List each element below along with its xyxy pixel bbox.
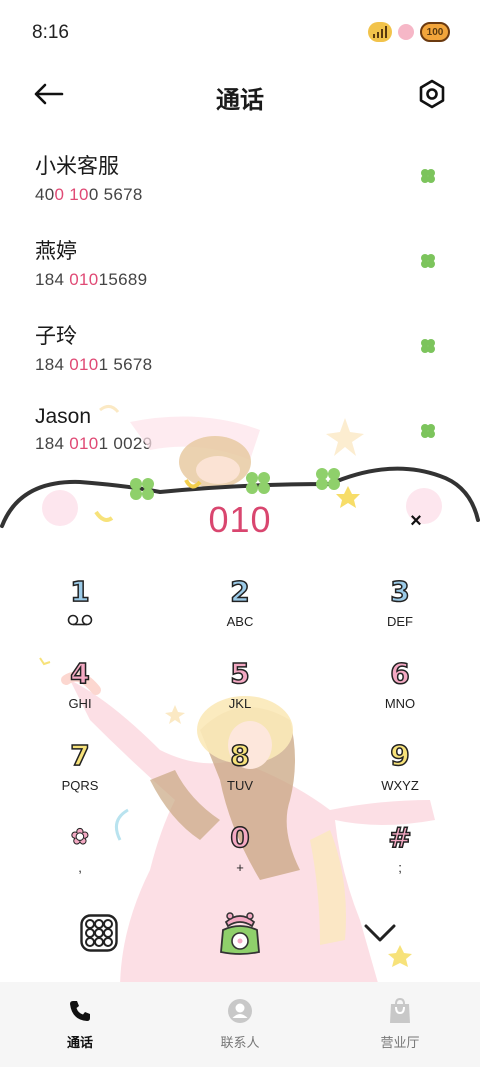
clover-icon: [421, 339, 435, 353]
status-icons: 100: [368, 22, 450, 42]
contact-item[interactable]: 子玲 184 0101 5678: [0, 310, 480, 395]
dial-display: 010 ×: [0, 495, 480, 550]
contact-name: 燕婷: [35, 240, 77, 263]
key-0[interactable]: 0 +: [160, 818, 320, 900]
person-icon: [227, 998, 253, 1024]
clover-icon: [421, 254, 435, 268]
key-digit: #: [388, 820, 413, 855]
contact-name: 子玲: [35, 325, 77, 348]
status-time: 8:16: [32, 22, 69, 43]
key-letters: MNO: [384, 696, 416, 711]
key-digit: 8: [229, 738, 250, 773]
contact-item[interactable]: 燕婷 184 01015689: [0, 225, 480, 310]
key-7[interactable]: 7 PQRS: [0, 736, 160, 818]
battery-icon: 100: [420, 22, 450, 42]
nav-item-calls[interactable]: 通话: [0, 982, 160, 1067]
key-letters: PQRS: [61, 778, 99, 793]
key-star[interactable]: ✿ ,: [0, 818, 160, 900]
key-digit: 7: [69, 738, 90, 773]
key-letters: ;: [398, 860, 402, 875]
keypad-row: 7 PQRS 8 TUV 9 WXYZ: [0, 736, 480, 818]
clover-icon: [421, 169, 435, 183]
contact-number: 184 0101 0029: [35, 434, 153, 453]
grid-menu-icon[interactable]: [80, 914, 118, 952]
bottom-nav: 通话 联系人 营业厅: [0, 982, 480, 1067]
nav-label: 通话: [66, 1035, 93, 1050]
key-8[interactable]: 8 TUV: [160, 736, 320, 818]
chevron-down-icon[interactable]: [362, 920, 398, 944]
shop-icon: [387, 998, 413, 1024]
settings-button[interactable]: [416, 78, 448, 110]
key-letters: JKL: [228, 696, 252, 711]
key-digit: 5: [229, 656, 250, 691]
contact-name: Jason: [35, 405, 92, 428]
key-digit: 9: [389, 738, 410, 773]
status-bar: 8:16 100: [0, 0, 480, 66]
key-letters: ABC: [226, 614, 254, 629]
key-digit: 2: [229, 574, 250, 609]
nav-item-store[interactable]: 营业厅: [320, 982, 480, 1067]
key-1[interactable]: 1: [0, 572, 160, 654]
key-letters: ,: [78, 860, 82, 875]
key-digit: 1: [69, 574, 90, 609]
hexagon-settings-icon: [419, 79, 445, 109]
nav-item-contacts[interactable]: 联系人: [160, 982, 320, 1067]
voicemail-icon: [67, 614, 93, 630]
key-4[interactable]: 4 GHI: [0, 654, 160, 736]
keypad-row: ✿ , 0 + # ;: [0, 818, 480, 900]
contact-item[interactable]: 小米客服 400 100 5678: [0, 140, 480, 225]
key-9[interactable]: 9 WXYZ: [320, 736, 480, 818]
clear-button[interactable]: ×: [404, 509, 428, 533]
key-letters: TUV: [227, 778, 253, 793]
key-3[interactable]: 3 DEF: [320, 572, 480, 654]
key-digit: 6: [389, 656, 410, 691]
key-digit: 0: [229, 820, 250, 855]
key-digit: 4: [69, 656, 90, 691]
keypad-row: 4 GHI 5 JKL 6 MNO: [0, 654, 480, 736]
key-letters: GHI: [68, 696, 92, 711]
contact-item[interactable]: Jason 184 0101 0029: [0, 395, 480, 480]
page-title: 通话: [216, 87, 264, 114]
key-letters: DEF: [387, 614, 413, 629]
key-digit: 3: [389, 574, 410, 609]
clover-icon: [421, 424, 435, 438]
key-2[interactable]: 2 ABC: [160, 572, 320, 654]
header: 通话: [0, 70, 480, 120]
signal-icon: [368, 22, 392, 42]
contact-number: 184 0101 5678: [35, 355, 153, 374]
key-letters: WXYZ: [381, 778, 419, 793]
key-5[interactable]: 5 JKL: [160, 654, 320, 736]
phone-icon: [67, 998, 93, 1024]
dialer-actions: [0, 908, 480, 958]
contact-number: 184 01015689: [35, 270, 148, 289]
keypad: 1 2 ABC 3 DEF 4 GHI 5 JKL 6 MNO 7 PQRS 8…: [0, 572, 480, 900]
key-6[interactable]: 6 MNO: [320, 654, 480, 736]
contact-name: 小米客服: [35, 155, 119, 178]
pig-icon: [398, 24, 414, 40]
key-letters: +: [236, 860, 244, 875]
call-button[interactable]: [218, 908, 262, 956]
contact-list: 小米客服 400 100 5678 燕婷 184 01015689 子玲 184…: [0, 140, 480, 480]
key-hash[interactable]: # ;: [320, 818, 480, 900]
nav-label: 联系人: [220, 1035, 260, 1050]
nav-label: 营业厅: [380, 1035, 420, 1050]
flower-star-icon: ✿: [70, 825, 90, 851]
contact-number: 400 100 5678: [35, 185, 143, 204]
keypad-row: 1 2 ABC 3 DEF: [0, 572, 480, 654]
